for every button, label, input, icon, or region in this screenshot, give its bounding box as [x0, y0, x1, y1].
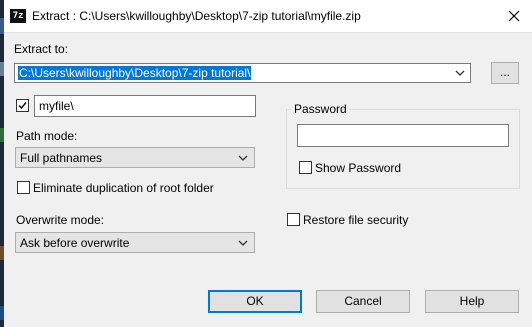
chevron-down-icon[interactable]	[455, 69, 465, 77]
chevron-down-icon	[238, 155, 248, 161]
eliminate-duplication-label[interactable]: Eliminate duplication of root folder	[33, 181, 214, 195]
overwrite-mode-label: Overwrite mode:	[16, 213, 105, 227]
help-button[interactable]: Help	[425, 290, 519, 313]
extract-to-label: Extract to:	[14, 42, 69, 56]
subfolder-name-input[interactable]: myfile\	[34, 95, 256, 117]
extract-path-value-wrap: C:\Users\kwilloughby\Desktop\7-zip tutor…	[18, 66, 252, 80]
restore-security-label[interactable]: Restore file security	[303, 213, 408, 227]
password-groupbox	[286, 109, 520, 189]
restore-security-checkbox[interactable]	[287, 213, 300, 226]
path-mode-selected: Full pathnames	[20, 151, 103, 165]
password-group-title: Password	[292, 102, 349, 116]
show-password-label[interactable]: Show Password	[315, 161, 401, 175]
window-title: Extract : C:\Users\kwilloughby\Desktop\7…	[32, 9, 361, 23]
chevron-down-icon	[238, 240, 248, 246]
extract-dialog: 7z Extract : C:\Users\kwilloughby\Deskto…	[4, 0, 532, 327]
browse-button[interactable]: ...	[491, 62, 519, 84]
show-password-checkbox[interactable]	[299, 161, 312, 174]
close-icon[interactable]	[504, 6, 524, 26]
path-mode-dropdown[interactable]: Full pathnames	[15, 147, 255, 168]
eliminate-duplication-checkbox[interactable]	[17, 181, 30, 194]
subfolder-checkbox[interactable]	[16, 99, 29, 112]
path-mode-label: Path mode:	[16, 129, 78, 143]
overwrite-mode-selected: Ask before overwrite	[20, 236, 130, 250]
7zip-app-icon: 7z	[10, 9, 26, 23]
overwrite-mode-dropdown[interactable]: Ask before overwrite	[15, 232, 255, 253]
password-input[interactable]	[297, 124, 509, 147]
cancel-button[interactable]: Cancel	[316, 290, 410, 313]
title-bar[interactable]: 7z Extract : C:\Users\kwilloughby\Deskto…	[4, 0, 532, 33]
extract-path-value: C:\Users\kwilloughby\Desktop\7-zip tutor…	[18, 66, 252, 80]
ok-button[interactable]: OK	[208, 290, 302, 313]
checkmark-icon	[18, 102, 27, 110]
extract-path-combobox[interactable]: C:\Users\kwilloughby\Desktop\7-zip tutor…	[14, 63, 471, 83]
subfolder-name-value: myfile\	[39, 99, 74, 113]
